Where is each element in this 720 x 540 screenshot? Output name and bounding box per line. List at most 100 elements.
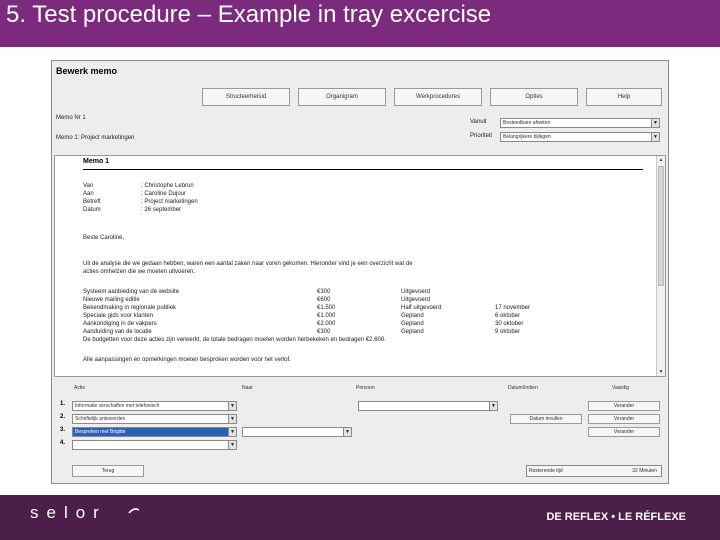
competence-button[interactable]: Verander <box>588 427 660 437</box>
help-button[interactable]: Help <box>586 88 662 106</box>
table-date: 6 oktober <box>495 313 521 319</box>
memo-greeting: Beste Caroline, <box>83 235 125 241</box>
header-to-value: : Caroline Dujour <box>141 191 187 197</box>
chevron-down-icon: ▼ <box>228 428 236 436</box>
table-amount: €300 <box>317 329 331 335</box>
selor-logo: selor <box>30 503 107 522</box>
priority-label: Prioriteit <box>470 133 493 139</box>
table-task: Aanduiding van de locatie <box>83 329 152 335</box>
table-status: Uitgevoerd <box>401 289 431 295</box>
competence-button[interactable]: Verander <box>588 401 660 411</box>
table-amount: €300 <box>317 289 331 295</box>
column-date: Datum/Indien <box>508 385 538 391</box>
to-dropdown[interactable]: ▼ <box>242 427 352 437</box>
footer-bar: Terug Resterende tijd 32 Minuten <box>52 461 668 483</box>
app-window: Bewerk memo Structeerhetsid Organigram W… <box>51 60 669 484</box>
table-date: 17 november <box>495 305 531 311</box>
scroll-thumb[interactable] <box>658 166 664 286</box>
remaining-time-label: Resterende tijd <box>529 468 563 474</box>
origin-label: Vanuit <box>470 119 487 125</box>
tagline: DE REFLEX • LE RÉFLEXE <box>546 511 686 523</box>
branding-bar: selor DE REFLEX • LE RÉFLEXE <box>0 495 720 540</box>
chevron-down-icon: ▼ <box>343 428 351 436</box>
fill-date-button[interactable]: Datum invullen <box>510 414 582 424</box>
table-status: Gepland <box>401 313 424 319</box>
structure-button[interactable]: Structeerhetsid <box>202 88 290 106</box>
organigram-button[interactable]: Organigram <box>298 88 386 106</box>
memo-subject: Memo 1: Project marketingen <box>56 135 135 141</box>
chevron-down-icon: ▼ <box>489 402 497 410</box>
table-task: Systeem aanbieding van de website <box>83 289 180 295</box>
column-person: Persoon <box>356 385 375 391</box>
work-procedures-button[interactable]: Werkprocedures <box>394 88 482 106</box>
chevron-down-icon: ▼ <box>228 415 236 423</box>
row-number: 1. <box>60 401 66 407</box>
memo-document[interactable]: Memo 1 Van : Christophe Lebrun Aan : Car… <box>54 155 666 377</box>
header-from-label: Van <box>83 183 94 189</box>
memo-id: Memo Nr 1 <box>56 115 86 121</box>
remaining-time-value: 32 Minuten <box>632 468 657 474</box>
table-amount: €600 <box>317 297 331 303</box>
header-subject-label: Betreft <box>83 199 101 205</box>
table-status: Gepland <box>401 321 424 327</box>
action-dropdown[interactable]: Bespreken met Brigitte ▼ <box>72 427 237 437</box>
table-task: Speciale gids voor klanten <box>83 313 154 319</box>
table-amount: €1.000 <box>317 313 336 319</box>
origin-value: Besteedbare afweten <box>503 120 551 126</box>
document-scrollbar[interactable]: ▲ ▼ <box>656 156 665 376</box>
table-amount: €2.000 <box>317 321 336 327</box>
table-task: Aankondiging in de vakpers <box>83 321 157 327</box>
origin-dropdown[interactable]: Besteedbare afweten ▼ <box>500 118 660 128</box>
chevron-down-icon: ▼ <box>651 119 659 127</box>
header-date-value: : 26 september <box>141 207 182 213</box>
priority-value: Belangrijkere bijlagen <box>503 134 551 140</box>
action-dropdown[interactable]: ▼ <box>72 440 237 450</box>
actions-panel: Actie Naar Persoon Datum/Indien Vaardig … <box>52 381 668 457</box>
memo-body-line: De budgetten voor deze acties zijn verwe… <box>83 337 386 343</box>
chevron-down-icon: ▼ <box>228 402 236 410</box>
memo-divider <box>83 169 643 170</box>
logo-mark-icon <box>128 508 140 514</box>
table-status: Half uitgevoerd <box>401 305 442 311</box>
options-button[interactable]: Opties <box>490 88 578 106</box>
app-title: Bewerk memo <box>56 66 118 76</box>
table-task: Bekendmaking in regionale publiek <box>83 305 177 311</box>
memo-intro-line: Uit de analyse die we gedaan hebben, war… <box>83 261 413 267</box>
chevron-down-icon: ▼ <box>651 133 659 141</box>
action-dropdown[interactable]: Schriftelijk antwoorden ▼ <box>72 414 237 424</box>
back-button[interactable]: Terug <box>72 465 144 477</box>
scroll-down-icon[interactable]: ▼ <box>657 368 665 376</box>
table-status: Uitgevoerd <box>401 297 431 303</box>
column-to: Naar <box>242 385 253 391</box>
header-from-value: : Christophe Lebrun <box>141 183 194 189</box>
priority-dropdown[interactable]: Belangrijkere bijlagen ▼ <box>500 132 660 142</box>
column-action: Actie <box>74 385 86 391</box>
row-number: 2. <box>60 414 66 420</box>
action-value: Informatie verschaffen met telefonisch <box>75 403 160 409</box>
action-value: Bespreken met Brigitte <box>75 429 126 435</box>
header-to-label: Aan <box>83 191 94 197</box>
memo-meta: Memo Nr 1 Memo 1: Project marketingen Va… <box>52 111 668 155</box>
table-date: 9 oktober <box>495 329 521 335</box>
toolbar: Structeerhetsid Organigram Werkprocedure… <box>52 86 668 108</box>
table-amount: €1.500 <box>317 305 336 311</box>
row-number: 3. <box>60 427 66 433</box>
row-number: 4. <box>60 440 66 446</box>
header-subject-value: : Project marketingen <box>141 199 198 205</box>
column-competence: Vaardig <box>612 385 629 391</box>
table-status: Gepland <box>401 329 424 335</box>
header-date-label: Datum <box>83 207 101 213</box>
action-dropdown[interactable]: Informatie verschaffen met telefonisch ▼ <box>72 401 237 411</box>
table-task: Nieuwe mailing editie <box>83 297 140 303</box>
memo-intro-line: acties omhelzen die we moeten uitvoeren. <box>83 269 196 275</box>
slide-title-bar: 5. Test procedure – Example in tray exce… <box>0 0 720 47</box>
action-value: Schriftelijk antwoorden <box>75 416 126 422</box>
chevron-down-icon: ▼ <box>228 441 236 449</box>
scroll-up-icon[interactable]: ▲ <box>657 156 665 164</box>
slide-title: 5. Test procedure – Example in tray exce… <box>6 1 492 28</box>
competence-button[interactable]: Verander <box>588 414 660 424</box>
person-dropdown[interactable]: ▼ <box>358 401 498 411</box>
table-date: 30 oktober <box>495 321 524 327</box>
memo-heading: Memo 1 <box>83 158 110 165</box>
memo-body-line: Alle aanpassingen en opmerkingen moeten … <box>83 357 291 363</box>
